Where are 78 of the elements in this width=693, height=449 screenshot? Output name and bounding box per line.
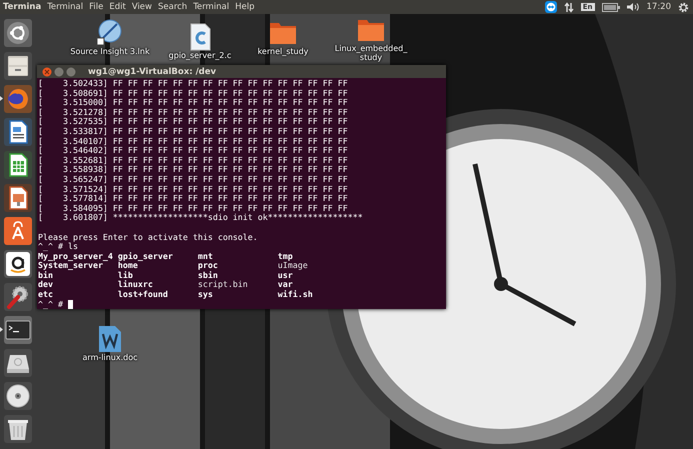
volume-icon[interactable]	[626, 2, 640, 12]
log-line: [ 3.565247] FF FF FF FF FF FF FF FF FF FF FF FF FF FF FF FF	[38, 174, 349, 185]
icon-label[interactable]: gpio_server_2.c	[160, 52, 240, 60]
log-line: [ 3.540107] FF FF FF FF FF FF FF FF FF FF FF FF FF FF FF FF	[38, 136, 349, 146]
network-icon[interactable]	[564, 2, 574, 12]
file-name: mnt	[198, 252, 213, 262]
file-name: var	[278, 280, 293, 290]
launcher-item[interactable]	[4, 282, 32, 310]
log-line: [ 3.558938] FF FF FF FF FF FF FF FF FF FF FF FF FF FF FF FF	[38, 165, 349, 175]
icon-label[interactable]: kernel_study	[243, 48, 323, 56]
file-name: home	[118, 261, 138, 271]
file-name: My_pro_server_4	[38, 252, 113, 262]
log-line: [ 3.571524] FF FF FF FF FF FF FF FF FF FF FF FF FF FF FF FF	[38, 184, 349, 194]
file-name: dev	[38, 280, 53, 290]
log-line: [ 3.502433] FF FF FF FF FF FF FF FF FF FF FF FF FF FF FF FF	[38, 79, 349, 89]
close-icon[interactable]	[42, 66, 52, 76]
file-name: gpio_server	[118, 252, 173, 262]
log-line: [ 3.521278] FF FF FF FF FF FF FF FF FF FF FF FF FF FF FF FF	[38, 108, 349, 118]
file-name: proc	[198, 261, 218, 271]
launcher-item[interactable]	[4, 382, 32, 410]
command-line: ^_^ # ls	[38, 242, 78, 252]
log-line: [ 3.552681] FF FF FF FF FF FF FF FF FF FF FF FF FF FF FF FF	[38, 156, 349, 166]
log-line: [ 3.601807] *******************sdio init ok*******************	[38, 213, 364, 223]
file-name: sys	[198, 290, 213, 300]
menu-item[interactable]: File	[89, 2, 104, 12]
launcher-item[interactable]	[4, 316, 32, 344]
console-message: Please press Enter to activate this console.	[38, 232, 259, 242]
menu-item[interactable]: Help	[235, 2, 254, 12]
launcher-item[interactable]	[4, 150, 32, 178]
file-name: linuxrc	[118, 280, 153, 290]
log-line: [ 3.546402] FF FF FF FF FF FF FF FF FF FF FF FF FF FF FF FF	[38, 146, 349, 156]
launcher-item[interactable]	[4, 184, 32, 212]
amazon-icon	[4, 250, 30, 276]
menu-item[interactable]: Terminal	[47, 2, 84, 12]
icon-label[interactable]: Linux_embedded_ study	[331, 45, 411, 62]
wrench-gear-icon	[4, 284, 30, 310]
launcher-item[interactable]	[4, 18, 32, 46]
window-title: wg1@wg1-VirtualBox: /dev	[88, 66, 216, 76]
dash-icon	[4, 20, 30, 46]
battery-icon[interactable]	[602, 2, 620, 12]
app-name: Termina	[3, 2, 42, 12]
file-name: etc	[38, 290, 53, 300]
prompt: ^_^ #	[38, 300, 63, 310]
maximize-icon[interactable]	[66, 66, 76, 76]
launcher-item[interactable]	[4, 118, 32, 146]
launcher-item[interactable]	[4, 348, 32, 376]
minimize-icon[interactable]	[54, 66, 64, 76]
log-line: [ 3.577814] FF FF FF FF FF FF FF FF FF FF FF FF FF FF FF FF	[38, 194, 349, 204]
file-name: usr	[278, 270, 293, 280]
menu-item[interactable]: Terminal	[193, 2, 230, 12]
disc-icon	[4, 382, 30, 408]
log-line: [ 3.584095] FF FF FF FF FF FF FF FF FF FF FF FF FF FF FF FF	[38, 204, 349, 214]
settings-icon[interactable]	[678, 2, 689, 12]
file-name: script.bin	[198, 280, 248, 290]
menu-item[interactable]: View	[132, 2, 152, 12]
menu-item[interactable]: Search	[158, 2, 188, 12]
file-name: bin	[38, 270, 53, 280]
log-line: [ 3.527535] FF FF FF FF FF FF FF FF FF FF FF FF FF FF FF FF	[38, 117, 349, 127]
remote-access-icon[interactable]	[544, 1, 557, 13]
clock[interactable]: 17:20	[646, 2, 671, 12]
file-name: sbin	[198, 270, 218, 280]
launcher-item[interactable]	[4, 216, 32, 244]
launcher-item[interactable]	[4, 414, 32, 442]
file-name: wifi.sh	[278, 290, 313, 300]
menu-item[interactable]: Edit	[109, 2, 126, 12]
log-line: [ 3.515000] FF FF FF FF FF FF FF FF FF FF FF FF FF FF FF FF	[38, 98, 349, 108]
launcher-item[interactable]	[4, 250, 32, 278]
file-name: uImage	[278, 261, 308, 271]
launcher-item[interactable]	[4, 52, 32, 80]
file-name: lost+found	[118, 290, 168, 300]
log-line: [ 3.508691] FF FF FF FF FF FF FF FF FF FF FF FF FF FF FF FF	[38, 88, 349, 98]
file-name: tmp	[278, 252, 293, 262]
file-name: lib	[118, 270, 133, 280]
icon-label[interactable]: Source Insight 3.lnk	[70, 48, 150, 56]
log-line: [ 3.533817] FF FF FF FF FF FF FF FF FF FF FF FF FF FF FF FF	[38, 126, 349, 137]
icon-label[interactable]: arm-linux.doc	[70, 354, 150, 362]
file-name: System_server	[38, 261, 103, 271]
text-cursor	[68, 300, 73, 309]
